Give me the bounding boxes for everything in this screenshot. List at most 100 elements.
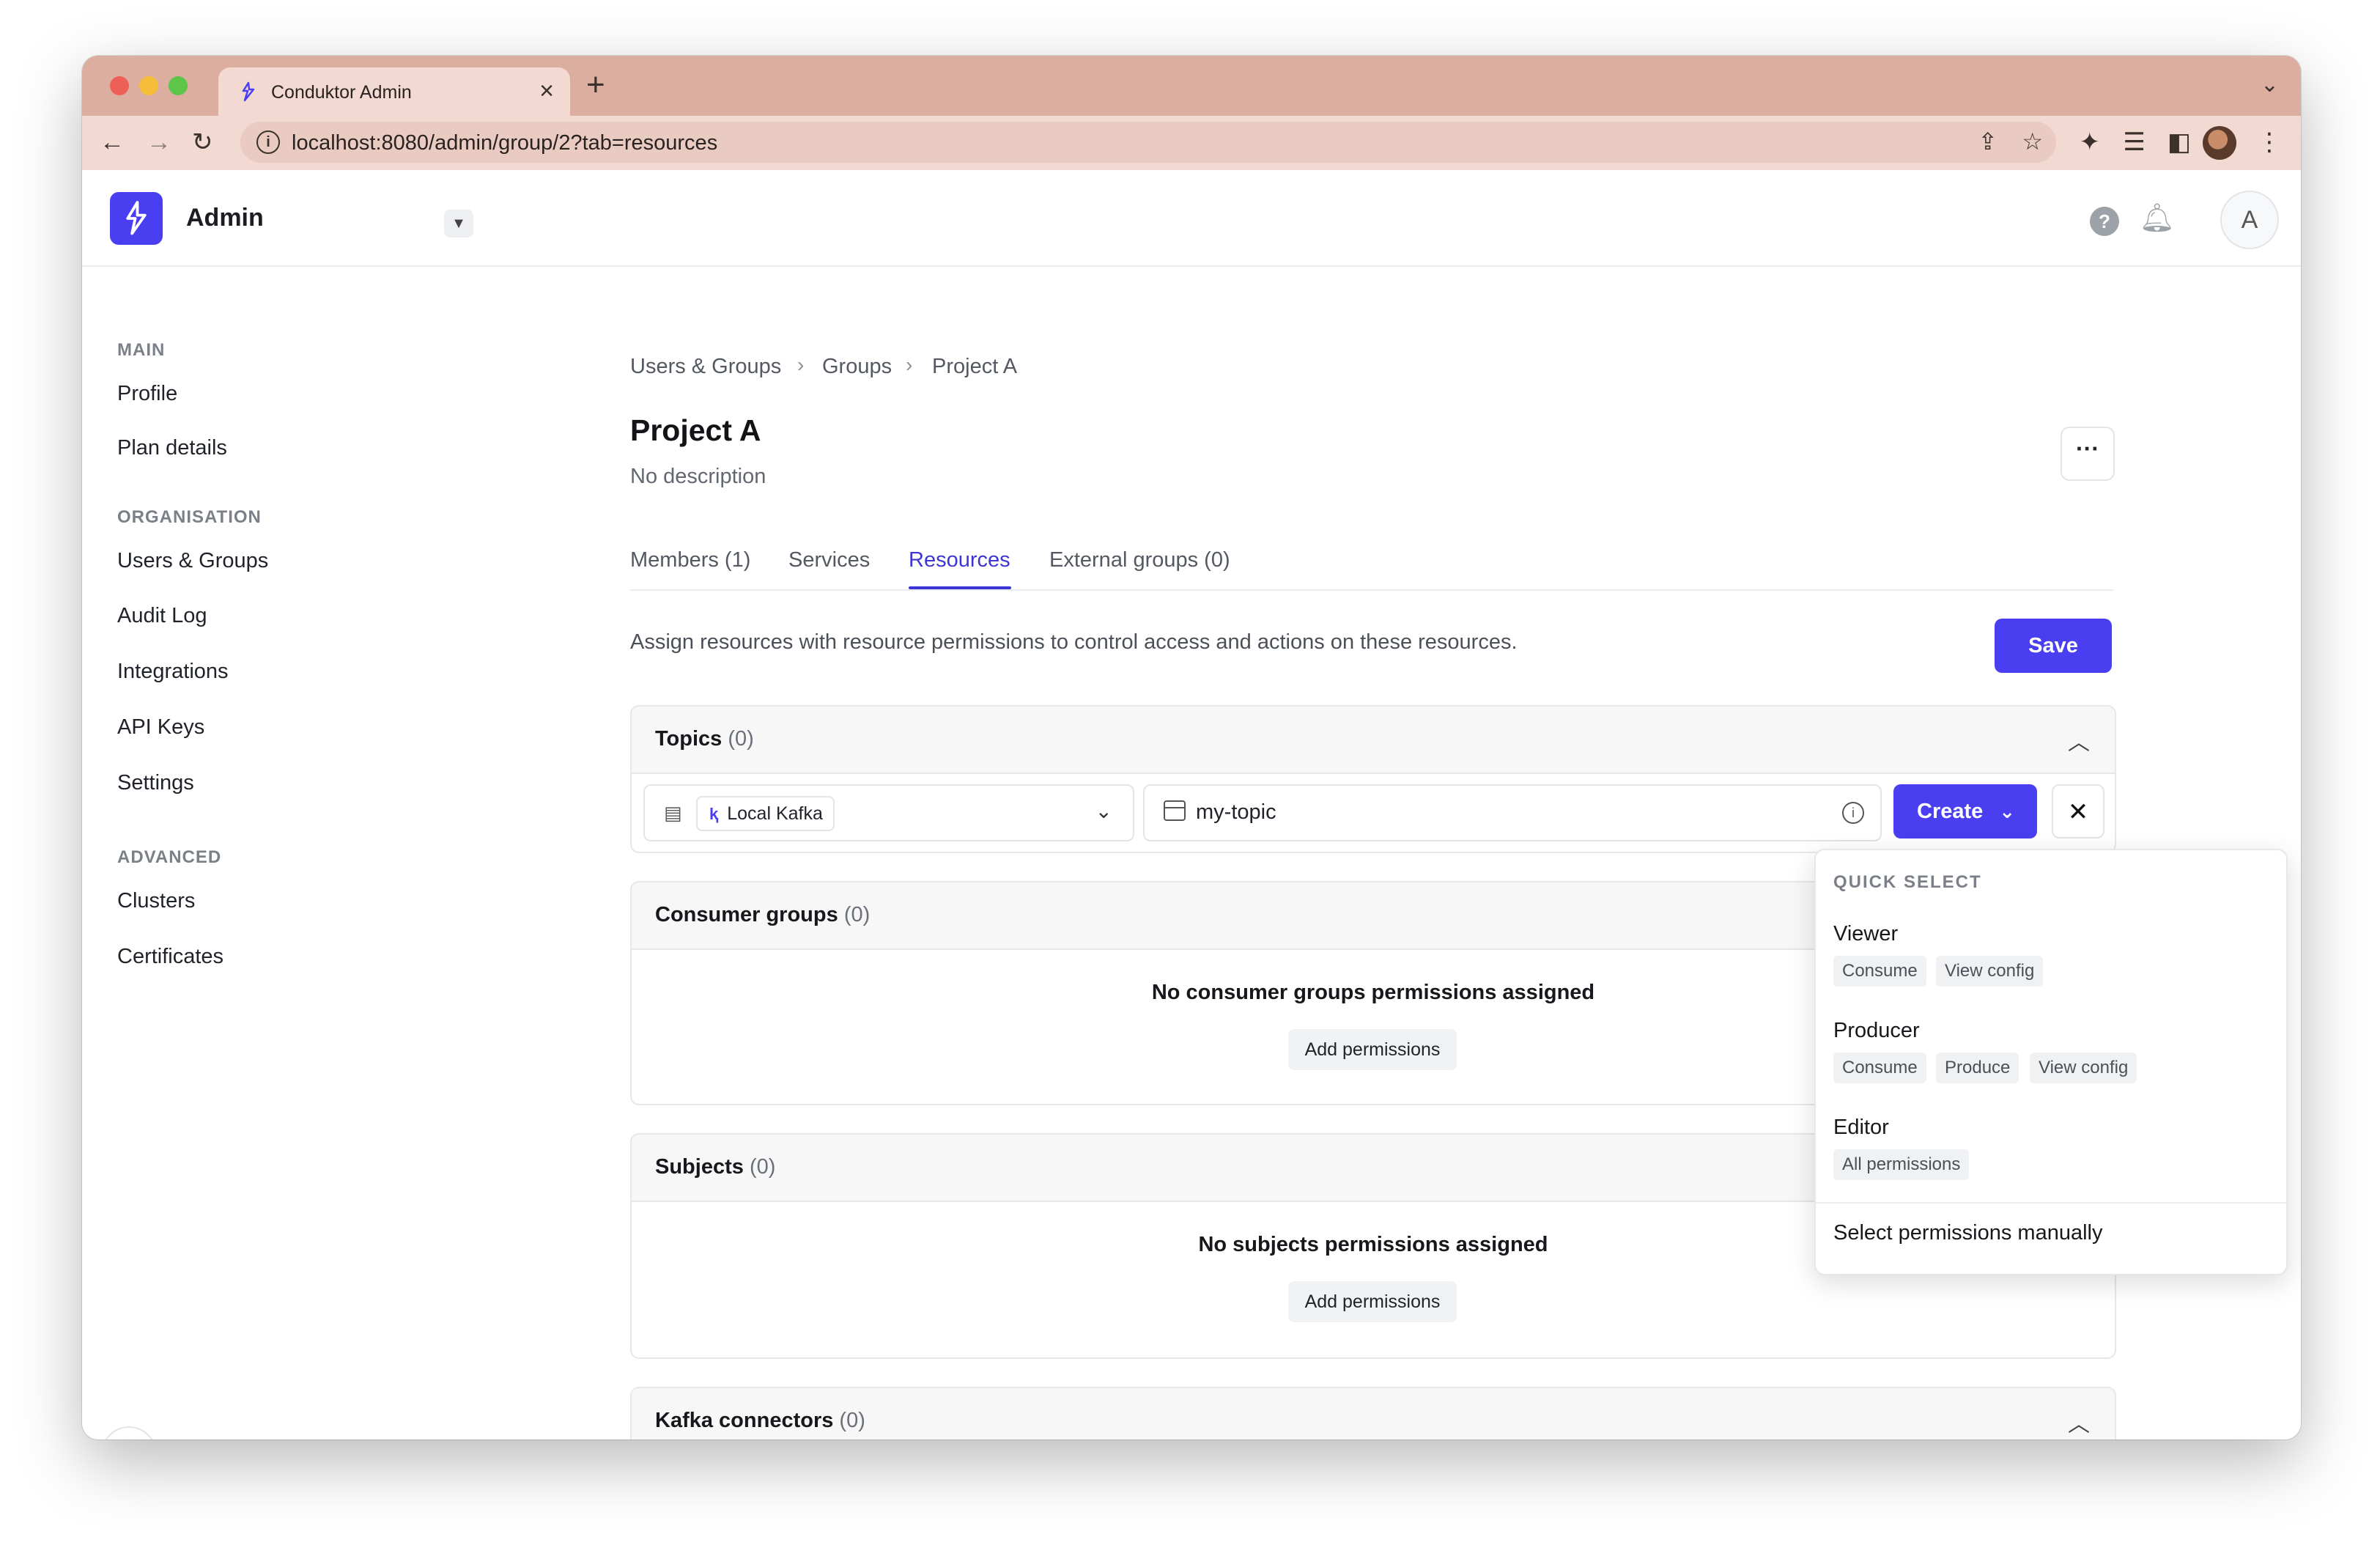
- topics-title: Topics (0): [655, 727, 754, 751]
- back-arrow-icon[interactable]: ←: [100, 126, 125, 158]
- chevron-down-icon[interactable]: ⌄: [1095, 799, 1112, 823]
- page-description: No description: [630, 465, 766, 488]
- extensions-puzzle-icon[interactable]: ✦: [2080, 126, 2101, 158]
- consumer-groups-add-permissions-button[interactable]: Add permissions: [1288, 1029, 1457, 1070]
- lightning-logo-icon: [126, 201, 147, 235]
- tab-resources[interactable]: Resources: [909, 548, 1010, 572]
- subjects-add-permissions-button[interactable]: Add permissions: [1288, 1281, 1457, 1322]
- reading-list-icon[interactable]: ☰: [2124, 126, 2146, 158]
- cluster-name: Local Kafka: [727, 803, 823, 824]
- permission-chip: View config: [1936, 956, 2044, 987]
- notification-bell-icon[interactable]: 🔔︎: [2140, 202, 2175, 235]
- app-header: Admin ▼ ? 🔔︎ A: [82, 170, 2301, 267]
- new-tab-icon[interactable]: +: [586, 69, 605, 101]
- browser-tab[interactable]: Conduktor Admin ×: [218, 67, 570, 116]
- server-icon: ▤: [664, 802, 682, 824]
- sidebar-section-organisation: ORGANISATION: [117, 507, 262, 527]
- topic-name-input[interactable]: my-topic i: [1143, 784, 1882, 841]
- dropdown-divider: [1816, 1202, 2286, 1204]
- subjects-title: Subjects (0): [655, 1155, 775, 1179]
- sidebar: MAIN Profile Plan details ORGANISATION U…: [82, 267, 595, 1440]
- kafka-connectors-panel-header[interactable]: Kafka connectors (0) ︿: [632, 1388, 2115, 1440]
- bookmark-star-icon[interactable]: ☆: [2022, 128, 2043, 155]
- app-switcher-caret-icon[interactable]: ▼: [444, 210, 473, 237]
- sidebar-section-advanced: ADVANCED: [117, 847, 222, 867]
- kafka-connectors-title-text: Kafka connectors: [655, 1409, 834, 1432]
- more-options-button[interactable]: ···: [2061, 427, 2115, 481]
- browser-titlebar: Conduktor Admin × + ⌄: [82, 56, 2301, 116]
- conduktor-favicon-icon: [242, 81, 255, 102]
- kafka-connectors-panel: Kafka connectors (0) ︿: [630, 1387, 2116, 1440]
- sidebar-item-users-groups[interactable]: Users & Groups: [117, 549, 268, 573]
- address-bar[interactable]: i localhost:8080/admin/group/2?tab=resou…: [240, 122, 2056, 163]
- sidebar-item-clusters[interactable]: Clusters: [117, 889, 195, 913]
- sidebar-item-plan-details[interactable]: Plan details: [117, 436, 227, 460]
- topic-icon: [1164, 800, 1186, 821]
- dark-mode-moon-icon[interactable]: ☾: [101, 1426, 157, 1440]
- collapse-chevron-up-icon[interactable]: ︿: [2068, 724, 2090, 756]
- group-tabs: Members (1) Services Resources External …: [630, 538, 2113, 591]
- cluster-select[interactable]: ▤ ⱪ Local Kafka ⌄: [643, 784, 1134, 841]
- collapse-chevron-up-icon[interactable]: ︿: [2068, 1406, 2090, 1438]
- breadcrumb-groups[interactable]: Groups: [822, 355, 892, 379]
- sidebar-section-main: MAIN: [117, 340, 166, 360]
- address-url[interactable]: localhost:8080/admin/group/2?tab=resourc…: [292, 131, 717, 155]
- sidebar-item-integrations[interactable]: Integrations: [117, 660, 229, 684]
- quick-select-heading: QUICK SELECT: [1833, 872, 1982, 892]
- create-button[interactable]: Create ⌄: [1893, 784, 2037, 838]
- sidebar-item-settings[interactable]: Settings: [117, 771, 194, 795]
- tab-members[interactable]: Members (1): [630, 548, 750, 572]
- option-editor[interactable]: Editor: [1833, 1116, 1889, 1140]
- reload-icon[interactable]: ↻: [192, 126, 213, 158]
- tab-close-icon[interactable]: ×: [539, 76, 554, 106]
- create-button-label: Create: [1917, 800, 1984, 823]
- forward-arrow-icon[interactable]: →: [147, 126, 171, 158]
- cluster-chip: ⱪ Local Kafka: [696, 796, 835, 831]
- conduktor-logo-icon[interactable]: [110, 192, 163, 245]
- app-title: Admin: [186, 204, 264, 232]
- user-avatar[interactable]: A: [2220, 191, 2279, 249]
- close-window-dot[interactable]: [110, 76, 129, 95]
- topics-panel-header[interactable]: Topics (0) ︿: [632, 707, 2115, 774]
- sidebar-item-profile[interactable]: Profile: [117, 382, 177, 406]
- browser-menu-icon[interactable]: ⋮: [2257, 126, 2282, 158]
- save-button[interactable]: Save: [1995, 619, 2112, 673]
- resources-intro-text: Assign resources with resource permissio…: [630, 630, 1518, 654]
- option-viewer[interactable]: Viewer: [1833, 922, 1898, 946]
- zoom-window-dot[interactable]: [169, 76, 188, 95]
- site-info-icon[interactable]: i: [256, 130, 280, 154]
- info-icon[interactable]: i: [1842, 802, 1864, 824]
- topics-count: (0): [728, 727, 754, 751]
- permission-chip: Consume: [1833, 1053, 1926, 1083]
- browser-toolbar: ← → ↻ i localhost:8080/admin/group/2?tab…: [82, 116, 2301, 172]
- tab-services[interactable]: Services: [788, 548, 870, 572]
- share-icon[interactable]: ⇪: [1978, 128, 1998, 155]
- permission-chip: All permissions: [1833, 1149, 1970, 1180]
- subjects-title-text: Subjects: [655, 1155, 744, 1179]
- breadcrumb-chevron-icon: ›: [906, 353, 913, 376]
- remove-row-button[interactable]: ✕: [2052, 784, 2104, 838]
- breadcrumb-users-groups[interactable]: Users & Groups: [630, 355, 781, 379]
- kafka-connectors-title: Kafka connectors (0): [655, 1409, 865, 1433]
- tab-external-groups[interactable]: External groups (0): [1049, 548, 1230, 572]
- consumer-groups-count: (0): [843, 903, 871, 926]
- side-panel-icon[interactable]: ◧: [2168, 126, 2191, 158]
- kafka-connectors-count: (0): [839, 1409, 865, 1432]
- sidebar-item-audit-log[interactable]: Audit Log: [117, 604, 207, 628]
- browser-profile-avatar[interactable]: [2203, 126, 2236, 160]
- consumer-groups-title-text: Consumer groups: [655, 903, 838, 926]
- help-icon[interactable]: ?: [2090, 207, 2119, 236]
- option-producer[interactable]: Producer: [1833, 1019, 1920, 1043]
- kafka-icon: ⱪ: [709, 805, 719, 823]
- sidebar-item-certificates[interactable]: Certificates: [117, 945, 223, 969]
- active-tab-indicator: [909, 586, 1011, 589]
- browser-window: Conduktor Admin × + ⌄ ← → ↻ i localhost:…: [82, 56, 2301, 1440]
- topic-name-value[interactable]: my-topic: [1196, 800, 1276, 825]
- breadcrumb-chevron-icon: ›: [797, 353, 805, 376]
- option-select-manually[interactable]: Select permissions manually: [1833, 1221, 2102, 1245]
- page-title: Project A: [630, 413, 761, 447]
- sidebar-item-api-keys[interactable]: API Keys: [117, 715, 204, 740]
- minimize-window-dot[interactable]: [139, 76, 158, 95]
- tab-list-chevron-icon[interactable]: ⌄: [2261, 72, 2279, 97]
- permission-chip: Produce: [1936, 1053, 2019, 1083]
